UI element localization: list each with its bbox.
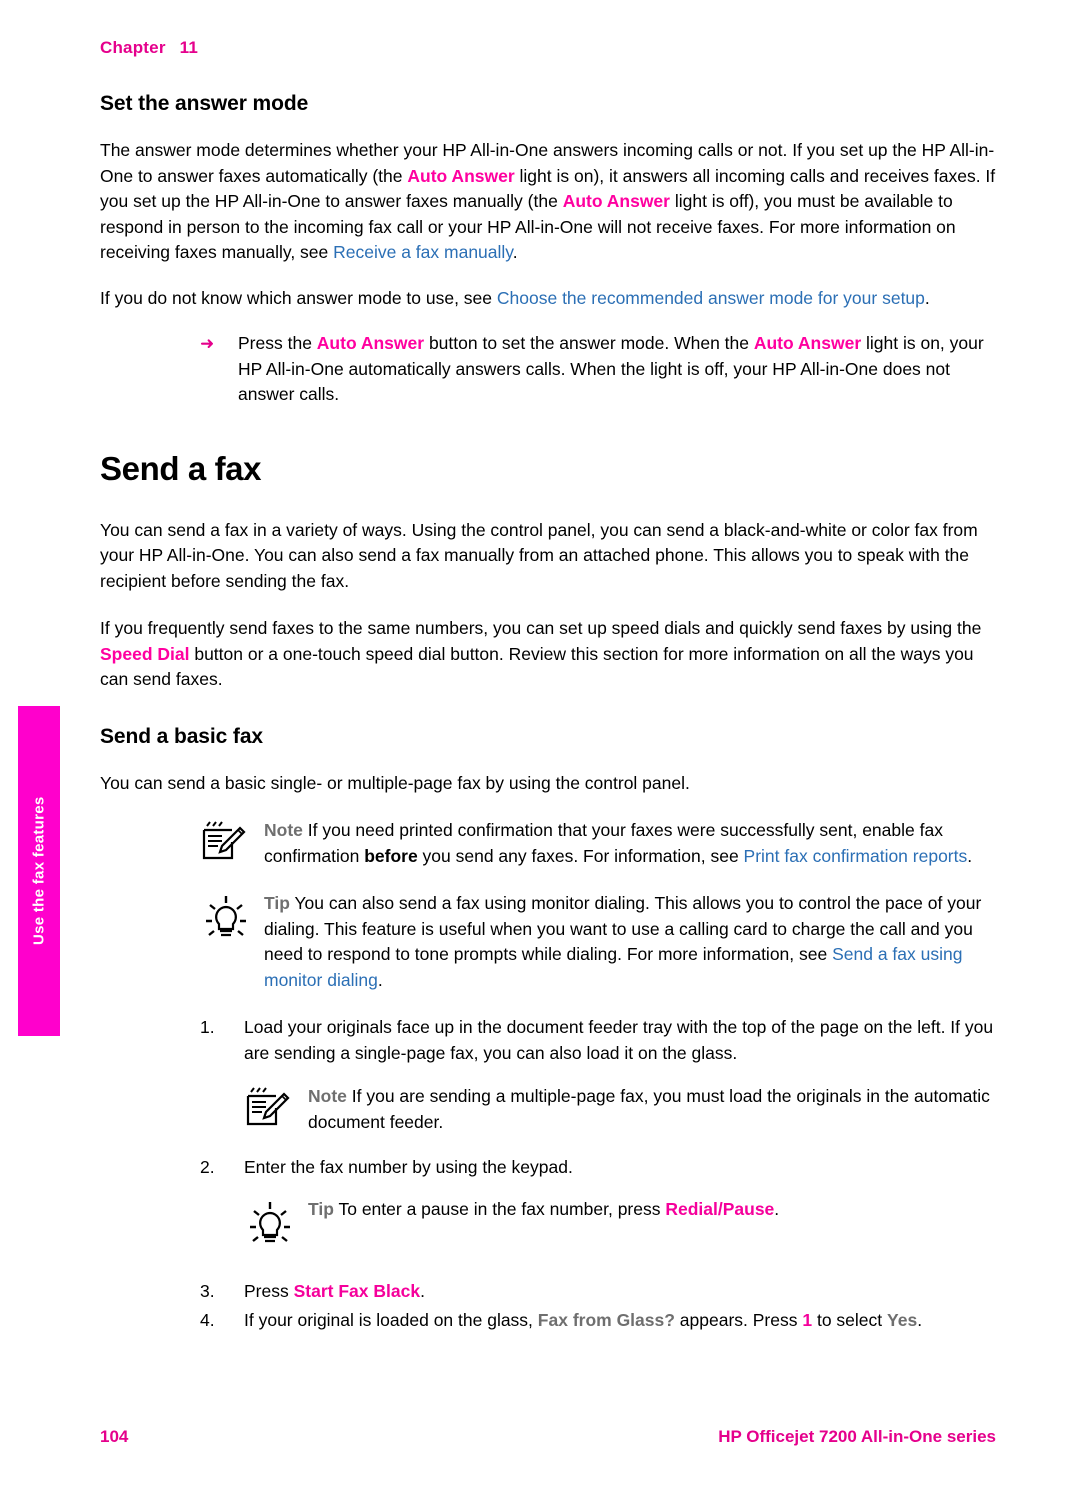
text-run-auto-answer: Auto Answer	[562, 191, 670, 211]
text-run-auto-answer: Auto Answer	[316, 333, 425, 353]
tip-callout-2: Tip To enter a pause in the fax number, …	[244, 1197, 1000, 1253]
text-run: If you do not know which answer mode to …	[100, 287, 497, 308]
text-run-yes: Yes	[887, 1310, 918, 1330]
text-run-bold: before	[364, 845, 418, 866]
text-run: If you are sending a multiple-page fax, …	[308, 1086, 990, 1132]
text-run: .	[512, 242, 518, 262]
paragraph-send-fax-1: You can send a fax in a variety of ways.…	[100, 519, 978, 591]
text-run: Press	[244, 1280, 294, 1301]
text-run: appears. Press	[674, 1310, 803, 1330]
step-text: Press Start Fax Black.	[244, 1279, 1000, 1305]
text-run: .	[377, 969, 383, 990]
tip-text-2: Tip To enter a pause in the fax number, …	[308, 1197, 1000, 1253]
note-text-1: Note If you need printed confirmation th…	[264, 818, 1000, 869]
text-run-fax-from-glass: Fax from Glass?	[537, 1310, 675, 1330]
text-run-redial-pause: Redial/Pause	[665, 1198, 775, 1219]
heading-send-a-fax: Send a fax	[100, 449, 262, 487]
heading-set-answer-mode: Set the answer mode	[100, 92, 309, 115]
lightbulb-icon	[244, 1197, 308, 1253]
note-text-2: Note If you are sending a multiple-page …	[308, 1084, 1000, 1135]
text-run: To enter a pause in the fax number, pres…	[333, 1198, 666, 1219]
paragraph-answer-mode-2: If you do not know which answer mode to …	[100, 286, 1000, 312]
side-tab-label: Use the fax features	[30, 796, 48, 946]
step-text: If your original is loaded on the glass,…	[244, 1308, 1000, 1334]
text-run: to select	[812, 1310, 887, 1330]
paragraph-answer-mode-1: The answer mode determines whether your …	[100, 138, 1000, 266]
tip-text-1: Tip You can also send a fax using monito…	[264, 891, 1000, 993]
tip-label: Tip	[308, 1198, 334, 1219]
text-run: .	[967, 845, 973, 866]
paragraph-arrow-step: Press the Auto Answer button to set the …	[238, 331, 1000, 408]
lightbulb-icon	[200, 891, 264, 993]
link-choose-recommended-answer-mode[interactable]: Choose the recommended answer mode for y…	[497, 288, 925, 308]
chapter-label: Chapter	[100, 38, 166, 57]
text-run-speed-dial: Speed Dial	[100, 643, 190, 664]
heading-send-basic-fax: Send a basic fax	[100, 724, 263, 748]
note-callout-2: Note If you are sending a multiple-page …	[244, 1084, 1000, 1135]
note-label: Note	[264, 820, 303, 840]
footer-page-number: 104	[100, 1427, 129, 1446]
note-icon	[200, 818, 264, 869]
link-print-fax-confirmation-reports[interactable]: Print fax confirmation reports	[744, 846, 968, 866]
text-run: button to set the answer mode. When the	[424, 333, 754, 353]
text-run-key-1: 1	[802, 1310, 813, 1330]
text-run: you send any faxes. For information, see	[417, 845, 744, 866]
note-icon	[244, 1084, 308, 1135]
chapter-header: Chapter 11	[100, 38, 198, 58]
ordered-step-1: 1. Load your originals face up in the do…	[200, 1015, 1000, 1066]
procedure-step-arrow: ➜ Press the Auto Answer button to set th…	[200, 331, 1000, 408]
tip-label: Tip	[264, 893, 290, 913]
document-page: Chapter 11 Use the fax features Set the a…	[0, 0, 1080, 1495]
text-run: If your original is loaded on the glass,	[244, 1310, 538, 1330]
text-run: .	[917, 1310, 923, 1330]
paragraph-send-fax-2: If you frequently send faxes to the same…	[100, 616, 1000, 693]
footer-product-name: HP Officejet 7200 All-in-One series	[718, 1427, 996, 1446]
chapter-number: 11	[179, 38, 199, 57]
text-run-auto-answer: Auto Answer	[407, 165, 515, 186]
step-text: Load your originals face up in the docum…	[244, 1017, 994, 1063]
tip-callout-1: Tip You can also send a fax using monito…	[200, 891, 1000, 993]
arrow-icon: ➜	[200, 334, 215, 353]
text-run: .	[774, 1198, 780, 1219]
ordered-step-3: 3. Press Start Fax Black.	[200, 1279, 1000, 1305]
text-run-auto-answer: Auto Answer	[753, 333, 862, 353]
paragraph-basic-fax-1: You can send a basic single- or multiple…	[100, 772, 690, 793]
text-run: If you frequently send faxes to the same…	[100, 618, 982, 638]
step-number: 3.	[200, 1280, 215, 1301]
text-run-start-fax-black: Start Fax Black	[293, 1280, 421, 1301]
ordered-step-4: 4. If your original is loaded on the gla…	[200, 1308, 1000, 1334]
note-label: Note	[308, 1086, 347, 1106]
step-number: 4.	[200, 1310, 215, 1330]
page-content: Set the answer mode The answer mode dete…	[100, 80, 1000, 1334]
ordered-step-2: 2. Enter the fax number by using the key…	[200, 1155, 1000, 1181]
text-run: .	[420, 1280, 425, 1301]
step-number: 1.	[200, 1017, 215, 1037]
text-run: Press the	[238, 333, 317, 353]
text-run: button or a one-touch speed dial button.…	[100, 643, 974, 690]
text-run: .	[924, 287, 930, 308]
step-text: Enter the fax number by using the keypad…	[244, 1157, 573, 1177]
note-callout-1: Note If you need printed confirmation th…	[200, 818, 1000, 869]
step-number: 2.	[200, 1157, 215, 1177]
link-receive-fax-manually[interactable]: Receive a fax manually	[333, 242, 513, 262]
